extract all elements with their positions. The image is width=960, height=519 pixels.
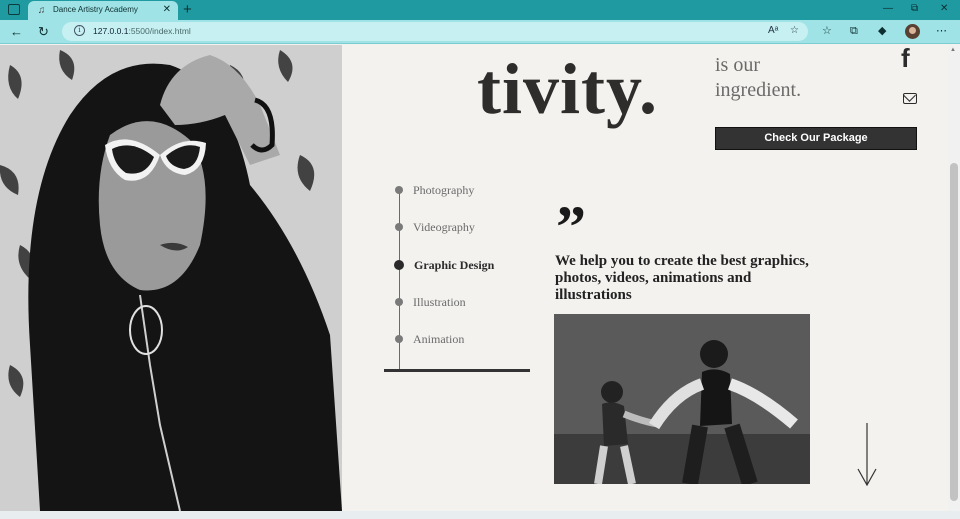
restore-button[interactable]: ⧉ [911,3,918,15]
service-label: Illustration [413,295,466,309]
mail-icon[interactable] [903,93,917,104]
service-label: Videography [413,220,475,234]
new-tab-button[interactable]: + [183,1,192,19]
tagline-line-2: ingredient. [715,79,802,101]
reload-button[interactable]: ↻ [38,24,49,40]
hero-headline: tivity. [477,49,658,129]
back-button[interactable]: ← [10,24,23,40]
tab-actions-icon[interactable] [8,4,20,15]
browser-tab-bar: ♫ Dance Artistry Academy ✕ + — ⧉ ✕ [0,0,960,20]
quote-text: We help you to create the best graphics,… [555,253,809,303]
page-scrollbar[interactable]: ▲ [948,45,960,511]
service-dot [395,186,403,194]
check-package-button[interactable]: Check Our Package [715,127,917,150]
scroll-thumb[interactable] [950,163,958,501]
service-dot [395,298,403,306]
url-host: 127.0.0.1 [93,26,129,36]
scroll-down-arrow-icon[interactable] [857,423,877,487]
services-underline [384,369,530,372]
service-dot [395,335,403,343]
quote-mark-icon: ” [556,194,586,260]
minimize-button[interactable]: — [883,3,893,15]
service-label: Photography [413,183,475,197]
site-info-icon[interactable]: i [74,25,85,36]
service-dot-active [394,260,404,270]
address-bar[interactable]: i 127.0.0.1:5500/index.html Aᵃ ☆ [62,22,808,41]
extension-icon[interactable]: ◆ [878,25,886,38]
favorite-star-icon[interactable]: ☆ [790,25,799,37]
hero-photo-illustration [0,45,342,511]
service-dot [395,223,403,231]
favorites-icon[interactable]: ☆ [822,25,832,38]
dancers-photo-illustration [554,314,810,484]
settings-more-icon[interactable]: ⋯ [936,25,947,38]
favicon-icon: ♫ [37,5,46,16]
page-viewport: tivity. is our ingredient. f Check Our P… [0,45,948,511]
tagline-line-1: is our [715,54,760,76]
tab-close-icon[interactable]: ✕ [163,4,171,16]
browser-tab[interactable]: ♫ Dance Artistry Academy ✕ [28,1,178,20]
scroll-up-arrow-icon[interactable]: ▲ [950,47,956,53]
hero-tagline: is our ingredient. [715,53,865,103]
browser-nav-bar: ← ↻ i 127.0.0.1:5500/index.html Aᵃ ☆ ☆ ⧉… [0,20,960,44]
profile-avatar[interactable] [905,24,920,39]
url-path: :5500/index.html [128,26,191,36]
hero-photo [0,45,342,511]
service-label: Graphic Design [414,258,495,272]
taskbar-strip [0,511,960,519]
window-close-button[interactable]: ✕ [940,3,948,15]
tab-title: Dance Artistry Academy [53,5,138,14]
collections-icon[interactable]: ⧉ [850,25,858,38]
dancers-photo [554,314,810,484]
service-label: Animation [413,332,465,346]
facebook-icon[interactable]: f [901,45,910,71]
read-aloud-icon[interactable]: Aᵃ [768,25,778,37]
url-text[interactable]: 127.0.0.1:5500/index.html [93,26,191,36]
